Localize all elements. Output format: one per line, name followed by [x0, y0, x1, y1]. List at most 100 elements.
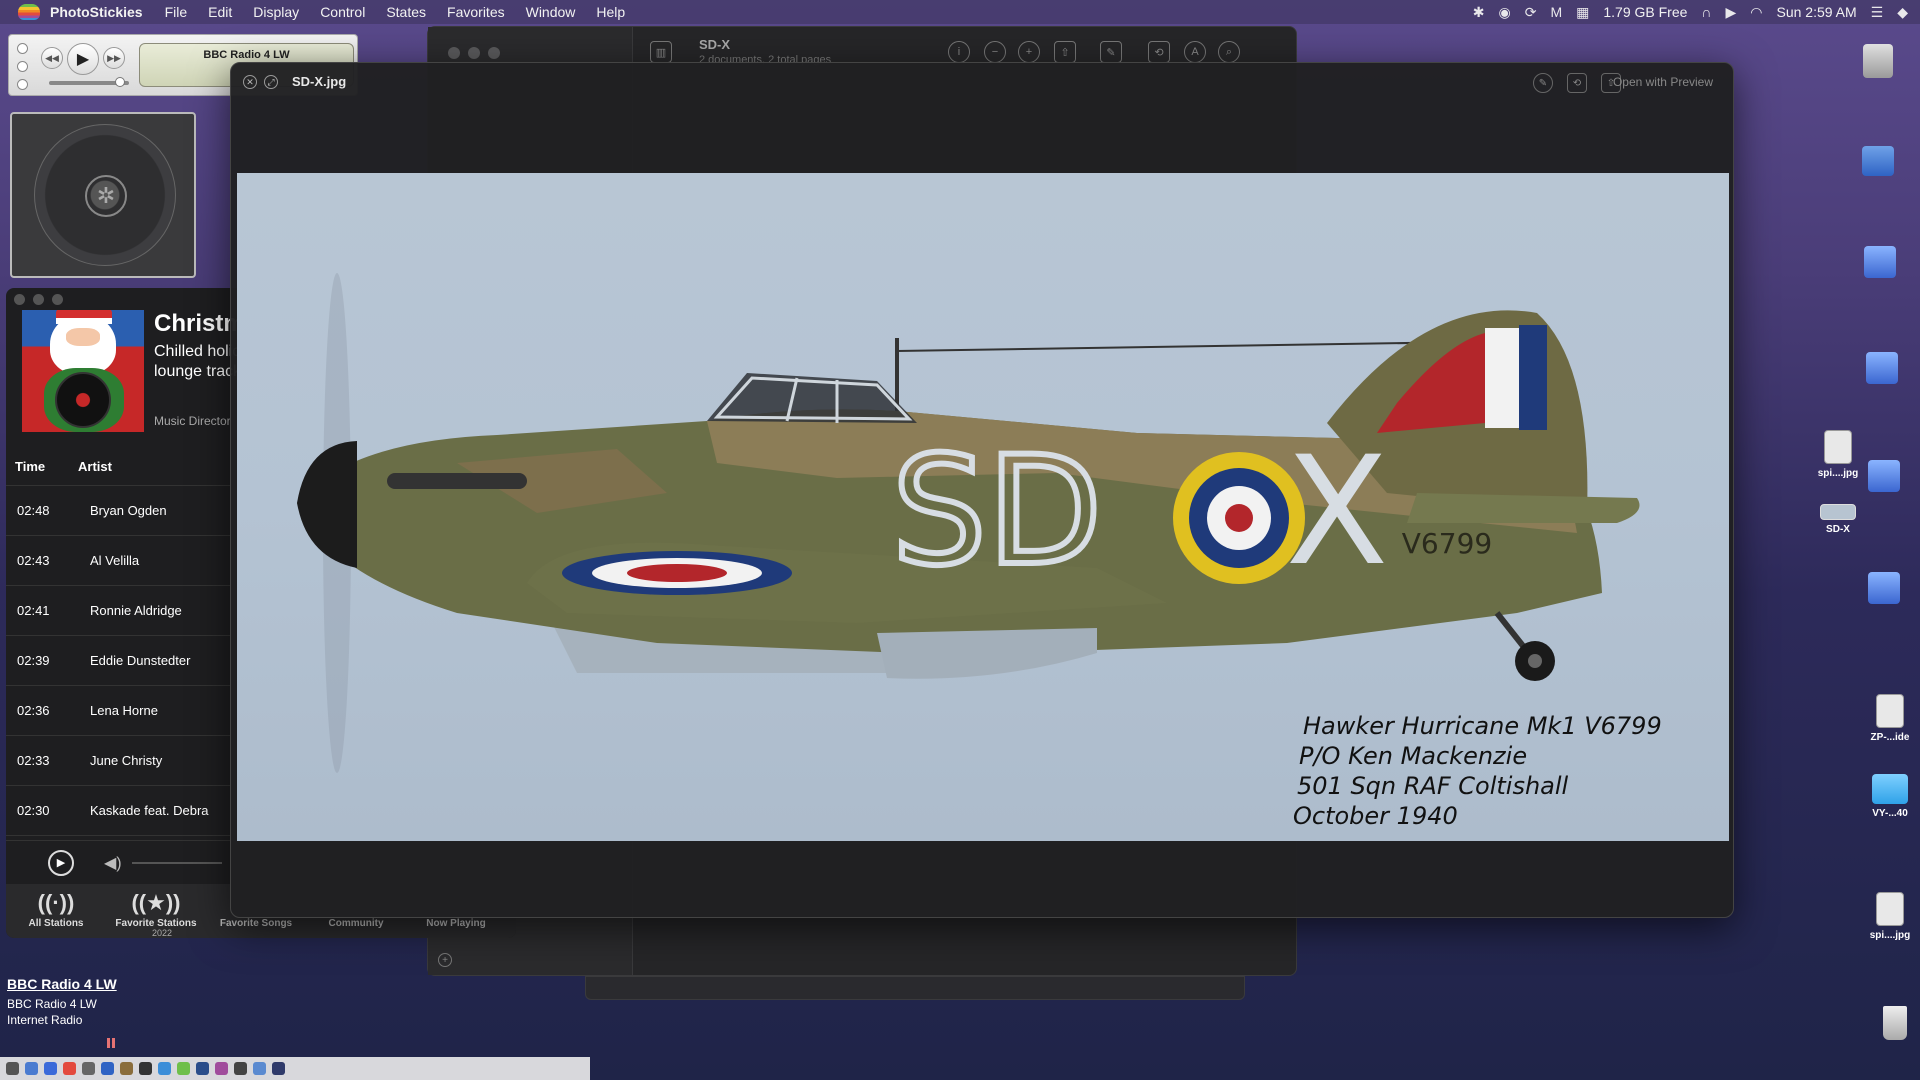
- quicklook-close-icon[interactable]: ✕: [243, 75, 257, 89]
- music-minimize-button[interactable]: [33, 294, 44, 305]
- menu-app-name[interactable]: PhotoStickies: [50, 4, 143, 20]
- table-row[interactable]: 02:41 Ronnie Aldridge: [6, 586, 238, 636]
- playlist-cover-art: [22, 310, 144, 432]
- desktop-movie-folder-icon[interactable]: [1866, 572, 1902, 608]
- trash-icon[interactable]: [1880, 1006, 1910, 1044]
- mini-player-volume-slider[interactable]: [49, 77, 129, 87]
- cd-player-widget[interactable]: ✲: [10, 112, 196, 278]
- quicklook-rotate-icon[interactable]: ⟲: [1567, 73, 1587, 93]
- play-circle-icon[interactable]: ▶: [1725, 4, 1736, 21]
- menu-edit[interactable]: Edit: [208, 4, 232, 20]
- speaker-icon[interactable]: ◀): [104, 853, 122, 873]
- preview-close-button[interactable]: [448, 47, 460, 59]
- desktop-app-store-folder-icon[interactable]: [1862, 246, 1898, 282]
- podcasts-icon[interactable]: [215, 1062, 228, 1075]
- menu-window[interactable]: Window: [526, 4, 576, 20]
- zoom-in-icon[interactable]: +: [1018, 41, 1040, 63]
- menu-favorites[interactable]: Favorites: [447, 4, 505, 20]
- table-row[interactable]: 02:33 June Christy: [6, 736, 238, 786]
- menu-help[interactable]: Help: [596, 4, 625, 20]
- notes-icon[interactable]: [120, 1062, 133, 1075]
- apple-menu-icon[interactable]: [18, 4, 40, 20]
- music-icon[interactable]: [63, 1062, 76, 1075]
- menu-display[interactable]: Display: [253, 4, 299, 20]
- menu-control[interactable]: Control: [320, 4, 365, 20]
- annotate-icon[interactable]: A: [1184, 41, 1206, 63]
- menu-file[interactable]: File: [165, 4, 188, 20]
- photos-icon[interactable]: [158, 1062, 171, 1075]
- headphones-icon[interactable]: ∩: [1701, 4, 1711, 20]
- santa-face-shape: [66, 328, 100, 346]
- quicklook-markup-icon[interactable]: ✎: [1533, 73, 1553, 93]
- table-row[interactable]: 02:43 Al Velilla: [6, 536, 238, 586]
- control-center-icon[interactable]: ☰: [1871, 4, 1884, 21]
- safari-icon[interactable]: [44, 1062, 57, 1075]
- zoom-out-icon[interactable]: −: [984, 41, 1006, 63]
- open-with-preview-button[interactable]: Open with Preview: [1605, 73, 1721, 91]
- column-header-time[interactable]: Time: [6, 459, 78, 474]
- malwarebytes-icon[interactable]: M: [1550, 4, 1562, 20]
- memory-free-label[interactable]: 1.79 GB Free: [1603, 4, 1687, 20]
- music-zoom-button[interactable]: [52, 294, 63, 305]
- bluetooth-icon[interactable]: ✱: [1473, 4, 1485, 21]
- table-row[interactable]: 02:30 Kaskade feat. Debra: [6, 786, 238, 836]
- mini-player-zoom-button[interactable]: [17, 79, 28, 90]
- radio-app-icon[interactable]: [272, 1062, 285, 1075]
- station-info-name[interactable]: BBC Radio 4 LW: [7, 976, 247, 992]
- column-header-artist[interactable]: Artist: [78, 459, 112, 474]
- track-artist: Lena Horne: [90, 703, 158, 718]
- terminal-icon[interactable]: [196, 1062, 209, 1075]
- info-icon[interactable]: i: [948, 41, 970, 63]
- share-icon[interactable]: ⇧: [1054, 41, 1076, 63]
- menu-clock[interactable]: Sun 2:59 AM: [1776, 4, 1856, 20]
- desktop-folder-icon[interactable]: [1860, 146, 1896, 180]
- activity-monitor-icon[interactable]: [234, 1062, 247, 1075]
- menu-states[interactable]: States: [386, 4, 426, 20]
- desktop-hard-drive-icon[interactable]: [1862, 44, 1894, 82]
- finder-icon[interactable]: [6, 1062, 19, 1075]
- desktop-file-spi-jpg-2[interactable]: spi....jpg: [1864, 892, 1916, 941]
- rotate-icon[interactable]: ⟲: [1148, 41, 1170, 63]
- mail-icon[interactable]: [25, 1062, 38, 1075]
- memory-chip-icon[interactable]: ▦: [1576, 4, 1589, 21]
- sync-icon[interactable]: ⟳: [1525, 4, 1537, 21]
- music-volume-slider[interactable]: [131, 861, 222, 864]
- xcode-icon[interactable]: [101, 1062, 114, 1075]
- music-play-button[interactable]: ▶: [48, 849, 74, 876]
- desktop-file-sd-x[interactable]: SD-X: [1812, 504, 1864, 535]
- siri-icon[interactable]: ◆: [1897, 4, 1908, 21]
- desktop-folder-icon[interactable]: [1866, 460, 1902, 496]
- system-prefs-icon[interactable]: [82, 1062, 95, 1075]
- track-time: 02:36: [17, 703, 50, 718]
- photo-caption: Hawker Hurricane Mk1 V6799 P/O Ken Macke…: [1293, 711, 1662, 831]
- rewind-icon[interactable]: ◀◀: [41, 47, 63, 69]
- preview-add-icon[interactable]: +: [438, 953, 452, 967]
- record-icon[interactable]: ◉: [1499, 4, 1511, 21]
- music-close-button[interactable]: [14, 294, 25, 305]
- mini-player-close-button[interactable]: [17, 43, 28, 54]
- fast-forward-icon[interactable]: ▶▶: [103, 47, 125, 69]
- pause-icon[interactable]: [107, 1038, 115, 1048]
- preview-zoom-button[interactable]: [488, 47, 500, 59]
- quicklook-fullscreen-icon[interactable]: ⤢: [264, 75, 278, 89]
- volume-knob[interactable]: [115, 77, 125, 87]
- preview-icon[interactable]: [253, 1062, 266, 1075]
- markup-icon[interactable]: ✎: [1100, 41, 1122, 63]
- mini-player-minimize-button[interactable]: [17, 61, 28, 72]
- messages-icon[interactable]: [177, 1062, 190, 1075]
- desktop-file-zp[interactable]: ZP-...ide: [1864, 694, 1916, 743]
- preview-search-icon[interactable]: ⌕: [1218, 41, 1240, 63]
- table-row[interactable]: 02:39 Eddie Dunstedter: [6, 636, 238, 686]
- play-icon[interactable]: ▶: [67, 43, 99, 75]
- desktop-file-spi-jpg[interactable]: spi....jpg: [1812, 430, 1864, 479]
- table-row[interactable]: 02:36 Lena Horne: [6, 686, 238, 736]
- tab-all-stations[interactable]: ((·)) All Stations: [6, 884, 106, 938]
- desktop-folder-vy[interactable]: VY-...40: [1864, 774, 1916, 819]
- table-row[interactable]: 02:48 Bryan Ogden: [6, 486, 238, 536]
- preview-minimize-button[interactable]: [468, 47, 480, 59]
- desktop-archive-folder-icon[interactable]: [1864, 352, 1900, 388]
- sidebar-toggle-icon[interactable]: ▥: [650, 41, 672, 63]
- station-info-line: Internet Radio: [7, 1013, 83, 1027]
- calculator-icon[interactable]: [139, 1062, 152, 1075]
- wifi-icon[interactable]: ◠: [1750, 4, 1762, 21]
